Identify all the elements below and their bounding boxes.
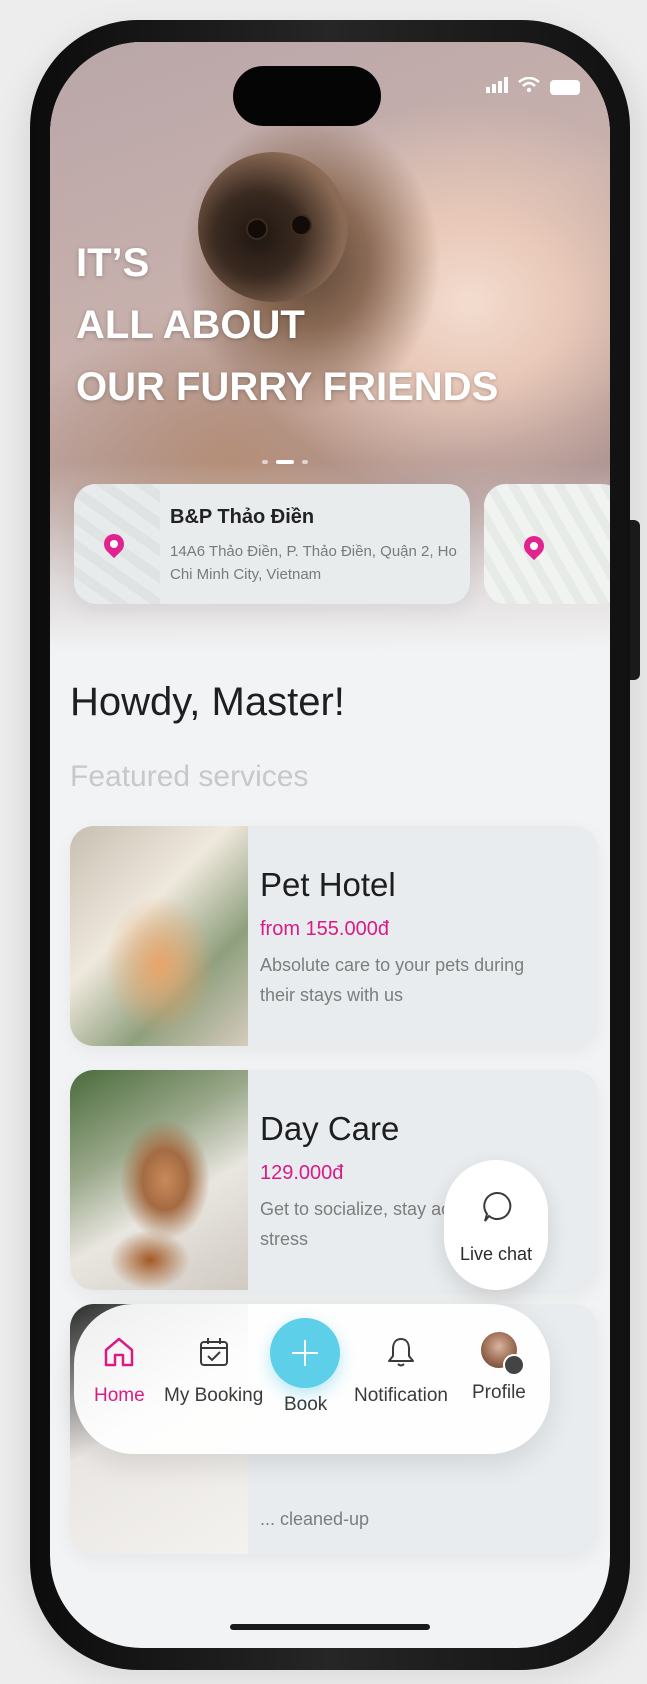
carousel-dot[interactable] [302, 460, 308, 464]
live-chat-button[interactable]: Live chat [444, 1160, 548, 1290]
carousel-dot-active[interactable] [276, 460, 294, 464]
service-title: Day Care [260, 1110, 400, 1147]
greeting-heading: Howdy, Master! [70, 680, 345, 724]
app-screen: IT’S ALL ABOUT OUR FURRY FRIENDS B&P Thả… [50, 42, 610, 1648]
hero-title: IT’S ALL ABOUT OUR FURRY FRIENDS [76, 232, 498, 418]
hero-line-1: IT’S [76, 241, 150, 285]
service-card-pet-hotel[interactable]: Pet Hotel from 155.000đ Absolute care to… [70, 826, 598, 1046]
day-care-image [70, 1070, 248, 1290]
dynamic-island [233, 66, 381, 126]
nav-label: Profile [472, 1382, 526, 1403]
book-button[interactable] [270, 1318, 340, 1388]
wifi-icon [518, 76, 540, 99]
service-price: 129.000đ [260, 1162, 344, 1184]
carousel-dots[interactable] [262, 460, 308, 464]
hero-line-2: ALL ABOUT [76, 303, 305, 347]
profile-avatar [478, 1330, 525, 1376]
nav-item-profile[interactable]: Profile [472, 1330, 526, 1404]
plus-icon [289, 1337, 321, 1374]
nav-label: Notification [354, 1385, 448, 1406]
battery-icon [550, 80, 580, 95]
phone-side-button [630, 520, 640, 680]
map-pin-icon [99, 529, 129, 559]
bottom-nav-bar: Home My Booking Book Notification Profil… [74, 1304, 550, 1454]
hero-line-3: OUR FURRY FRIENDS [76, 365, 499, 409]
home-icon [102, 1337, 136, 1372]
service-description: Absolute care to your pets during their … [260, 955, 525, 1005]
pet-hotel-image [70, 826, 248, 1046]
nav-item-my-booking[interactable]: My Booking [164, 1336, 263, 1407]
home-indicator [230, 1624, 430, 1630]
nav-item-home[interactable]: Home [94, 1336, 145, 1407]
calendar-icon [198, 1338, 230, 1372]
location-name: B&P Thảo Điền [170, 506, 315, 528]
pet-avatar [502, 1354, 525, 1376]
status-bar [486, 76, 580, 99]
location-map-thumbnail [74, 484, 160, 604]
service-description: ... cleaned-up [260, 1509, 370, 1529]
nav-label: My Booking [164, 1385, 264, 1406]
nav-label: Book [284, 1394, 328, 1415]
bell-icon [386, 1338, 416, 1372]
map-pin-icon [519, 531, 549, 561]
location-card-next[interactable] [484, 484, 610, 604]
featured-services-label: Featured services [70, 760, 309, 793]
chat-bubble-icon [481, 1190, 513, 1229]
nav-item-notification[interactable]: Notification [354, 1336, 448, 1407]
location-address: 14A6 Thảo Điền, P. Thảo Điền, Quận 2, Ho… [170, 543, 457, 583]
carousel-dot[interactable] [262, 460, 268, 464]
service-price: from 155.000đ [260, 918, 389, 940]
nav-label: Home [94, 1385, 145, 1406]
live-chat-label: Live chat [459, 1244, 533, 1264]
location-card[interactable]: B&P Thảo Điền 14A6 Thảo Điền, P. Thảo Đi… [74, 484, 470, 604]
nav-item-book[interactable]: Book [284, 1384, 327, 1416]
signal-bars-icon [486, 76, 508, 99]
service-title: Pet Hotel [260, 866, 396, 903]
